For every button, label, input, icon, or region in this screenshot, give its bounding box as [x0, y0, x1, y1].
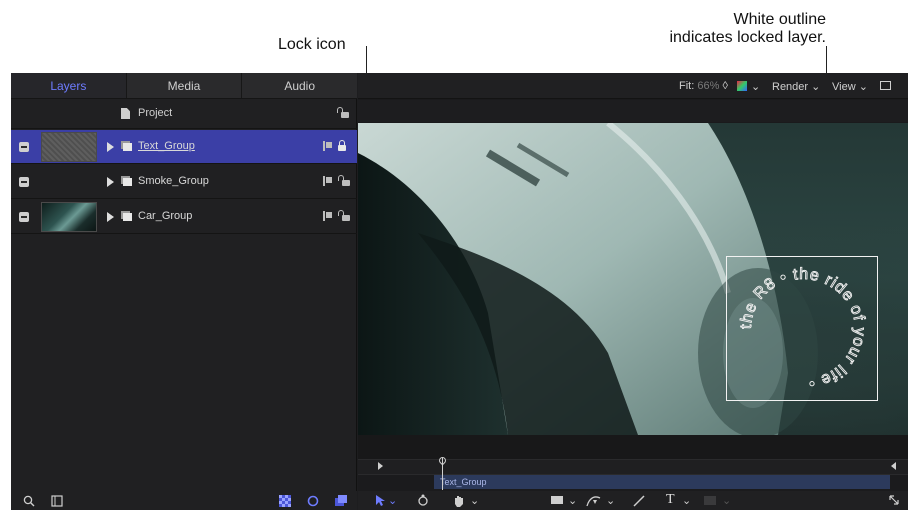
- tab-audio[interactable]: Audio: [242, 73, 357, 98]
- locked-layer-outline[interactable]: the R8 • the ride of your life •: [726, 256, 878, 401]
- chevron-down-icon[interactable]: ⌄: [568, 494, 577, 507]
- canvas-toolbar: Fit: 66% ◊ ⌄ Render ⌄ View ⌄: [358, 73, 908, 99]
- project-row[interactable]: Project: [11, 99, 357, 129]
- canvas-tools-bar: ⌄ ⌄ ⌄ ⌄ T ⌄ ⌄: [358, 491, 908, 510]
- disclosure-triangle-icon[interactable]: [107, 177, 114, 187]
- project-label: Project: [138, 107, 173, 119]
- layer-enable-checkbox[interactable]: [19, 142, 29, 152]
- view-menu[interactable]: View ⌄: [832, 80, 868, 93]
- bezier-pen-icon[interactable]: [586, 494, 602, 508]
- lock-open-icon[interactable]: [338, 175, 350, 186]
- canvas-top-strip: [358, 100, 908, 122]
- play-range-start-marker[interactable]: [378, 462, 383, 470]
- hand-pan-icon[interactable]: [452, 494, 466, 508]
- lock-open-icon[interactable]: [338, 210, 350, 221]
- layer-options-icon[interactable]: [323, 176, 332, 186]
- render-label: Render: [772, 81, 809, 93]
- layer-name[interactable]: Text_Group: [138, 140, 195, 152]
- svg-text:the R8 • the ride of your life: the R8 • the ride of your life •: [738, 266, 868, 392]
- chevron-down-icon[interactable]: ⌄: [470, 494, 479, 507]
- layer-options-icon[interactable]: [323, 211, 332, 221]
- disclosure-triangle-icon[interactable]: [107, 212, 114, 222]
- project-document-icon: [121, 108, 130, 119]
- timeline-gap: [358, 435, 908, 459]
- rectangle-shape-icon[interactable]: [550, 494, 564, 506]
- mask-tool-icon[interactable]: [704, 496, 716, 505]
- chevron-down-icon: ⌄: [855, 81, 868, 93]
- fit-zoom-control[interactable]: Fit: 66% ◊: [679, 80, 728, 92]
- chevron-down-icon[interactable]: ⌄: [388, 494, 397, 507]
- layer-row-car-group[interactable]: Car_Group: [11, 200, 357, 234]
- fit-value: 66%: [697, 80, 720, 92]
- playhead-line: [442, 458, 443, 490]
- view-label: View: [832, 81, 856, 93]
- layer-enable-checkbox[interactable]: [19, 212, 29, 222]
- chevron-down-icon[interactable]: ⌄: [722, 494, 731, 507]
- stepper-icon: ◊: [722, 80, 728, 92]
- lock-closed-icon[interactable]: [338, 140, 346, 151]
- canvas-viewer[interactable]: the R8 • the ride of your life •: [358, 123, 908, 435]
- render-menu[interactable]: Render ⌄: [772, 80, 820, 93]
- play-range-end-marker[interactable]: [891, 462, 896, 470]
- thumbnail-toggle-icon[interactable]: [51, 495, 63, 507]
- tab-media[interactable]: Media: [127, 73, 243, 98]
- select-arrow-icon[interactable]: [374, 494, 386, 506]
- color-channels-icon[interactable]: [737, 81, 747, 91]
- expand-icon[interactable]: [888, 494, 900, 506]
- layer-options-icon[interactable]: [323, 141, 332, 151]
- chevron-down-icon[interactable]: ⌄: [751, 80, 760, 93]
- layer-thumbnail: [41, 132, 97, 162]
- group-icon: [121, 141, 132, 151]
- layer-thumbnail: [41, 202, 97, 232]
- screenshot-root: Lock icon White outline indicates locked…: [0, 0, 908, 510]
- chevron-down-icon[interactable]: ⌄: [606, 494, 615, 507]
- layers-panel: Layers Media Audio Project Text_Group Sm…: [11, 73, 357, 510]
- chevron-down-icon: ⌄: [808, 81, 821, 93]
- group-icon: [121, 176, 132, 186]
- layer-row-text-group[interactable]: Text_Group: [11, 130, 357, 164]
- transform-icon[interactable]: [416, 494, 430, 508]
- circle-icon[interactable]: [307, 495, 319, 507]
- tab-layers[interactable]: Layers: [11, 73, 127, 98]
- motion-app-window: Layers Media Audio Project Text_Group Sm…: [11, 73, 908, 510]
- layers-bottom-bar: [11, 491, 357, 510]
- text-tool-icon[interactable]: T: [666, 492, 675, 508]
- paint-brush-icon[interactable]: [632, 494, 646, 508]
- timeline-clip-text-group[interactable]: Text_Group: [434, 475, 890, 489]
- callout-white-outline: White outline indicates locked layer.: [669, 11, 826, 47]
- group-icon: [121, 211, 132, 221]
- layer-name[interactable]: Car_Group: [138, 210, 192, 222]
- search-icon[interactable]: [23, 495, 35, 507]
- circular-text: the R8 • the ride of your life •: [737, 265, 868, 392]
- callout-lock-icon: Lock icon: [278, 36, 346, 53]
- callout-outline-line1: White outline: [733, 11, 827, 28]
- layer-name[interactable]: Smoke_Group: [138, 175, 209, 187]
- chevron-down-icon[interactable]: ⌄: [682, 494, 691, 507]
- callout-outline-line2: indicates locked layer.: [669, 29, 826, 46]
- layer-enable-checkbox[interactable]: [19, 177, 29, 187]
- fit-label: Fit:: [679, 80, 695, 92]
- lock-open-icon[interactable]: [337, 107, 349, 118]
- checkerboard-icon[interactable]: [279, 495, 291, 507]
- panel-tabs: Layers Media Audio: [11, 73, 357, 99]
- layer-row-smoke-group[interactable]: Smoke_Group: [11, 165, 357, 199]
- new-group-icon[interactable]: [335, 495, 348, 507]
- disclosure-triangle-icon[interactable]: [107, 142, 114, 152]
- layout-icon[interactable]: [880, 81, 891, 90]
- canvas-panel: Fit: 66% ◊ ⌄ Render ⌄ View ⌄ the R8 • th…: [358, 73, 908, 510]
